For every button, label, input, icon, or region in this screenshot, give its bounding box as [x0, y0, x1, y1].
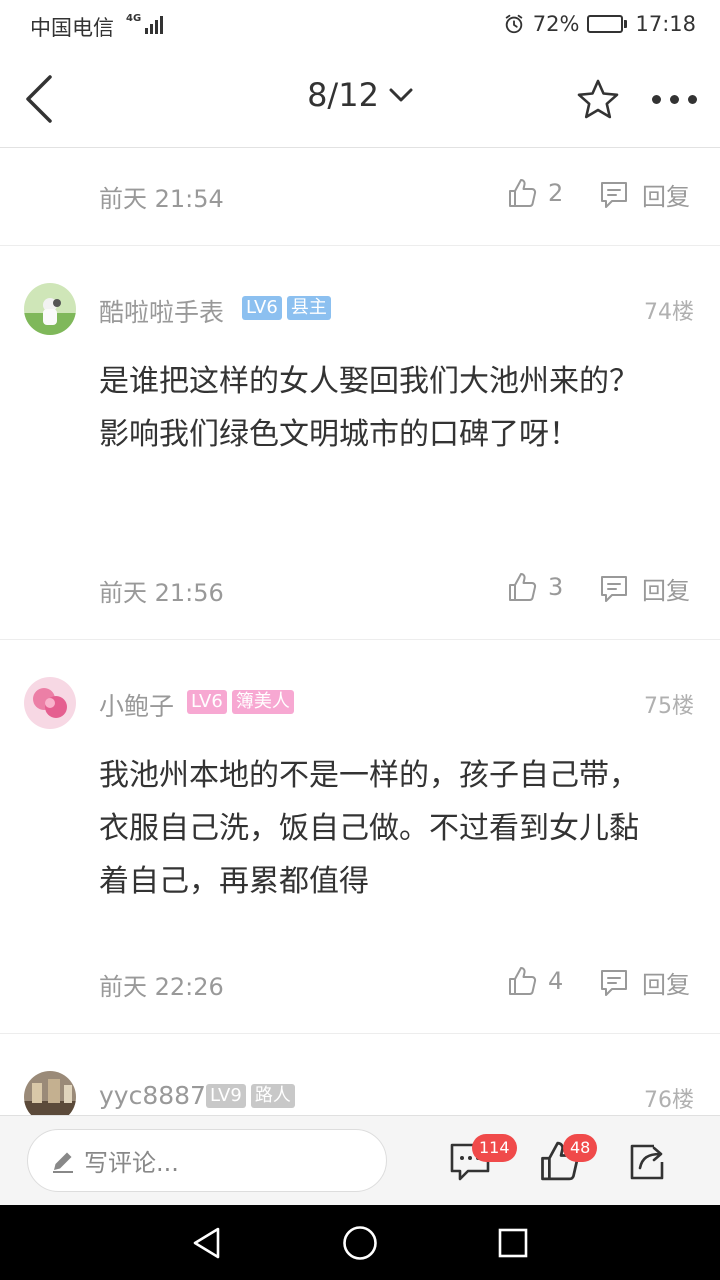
- comment-meta-row: 前天 21:56 3 回复: [0, 543, 720, 639]
- like-button[interactable]: 3: [506, 571, 563, 603]
- comment-time: 前天 21:56: [99, 579, 224, 607]
- comment-input[interactable]: 写评论...: [27, 1129, 387, 1192]
- page-indicator: 8/12: [307, 76, 379, 114]
- comment-time: 前天 21:54: [99, 185, 224, 213]
- system-back-button[interactable]: [188, 1225, 224, 1261]
- signal-icon: 4G: [126, 13, 164, 34]
- comment-item: yyc8887 LV9 路人 76楼: [0, 1045, 720, 1115]
- reply-label: 回复: [642, 183, 690, 211]
- thumbs-up-icon: [509, 967, 537, 995]
- reply-button[interactable]: 回复: [598, 965, 690, 1000]
- reply-button[interactable]: 回复: [598, 177, 690, 212]
- bottom-action-bar: 写评论... 114 48: [0, 1115, 720, 1205]
- avatar[interactable]: [24, 283, 76, 335]
- status-bar: 中国电信 4G 72% 17:18: [0, 0, 720, 50]
- comment-feed[interactable]: 前天 21:54 2 回复 酷啦啦手表 LV6 县主 74楼 是谁把这样的女人娶…: [0, 149, 720, 1115]
- pencil-icon: [53, 1152, 73, 1173]
- avatar[interactable]: [24, 677, 76, 729]
- username[interactable]: yyc8887: [99, 1081, 206, 1110]
- comment-meta-row: 前天 22:26 4 回复: [0, 937, 720, 1033]
- reply-label: 回复: [642, 971, 690, 999]
- system-navigation-bar: [0, 1205, 720, 1280]
- like-count: 3: [548, 573, 564, 601]
- reply-bubble-icon: [601, 575, 627, 602]
- square-recents-icon: [498, 1228, 528, 1258]
- system-recents-button[interactable]: [495, 1225, 531, 1261]
- carrier-name: 中国电信: [30, 16, 114, 40]
- avatar[interactable]: [24, 1071, 76, 1115]
- share-button[interactable]: [624, 1138, 670, 1184]
- comment-item: 酷啦啦手表 LV6 县主 74楼 是谁把这样的女人娶回我们大池州来的？影响我们绿…: [0, 257, 720, 639]
- floor-number: 74楼: [644, 300, 694, 325]
- username[interactable]: 酷啦啦手表: [99, 293, 224, 329]
- reply-label: 回复: [642, 577, 690, 605]
- battery-icon: [587, 15, 628, 33]
- like-button[interactable]: 4: [506, 965, 563, 997]
- comment-meta-row: 前天 21:54 2 回复: [0, 149, 720, 245]
- comment-input-placeholder: 写评论...: [84, 1149, 179, 1177]
- divider: [0, 1033, 720, 1045]
- comment-time: 前天 22:26: [99, 973, 224, 1001]
- floor-number: 76楼: [644, 1088, 694, 1113]
- top-nav-bar: 8/12: [0, 50, 720, 148]
- level-badge: LV6: [242, 296, 282, 320]
- comment-text: 我池州本地的不是一样的，孩子自己带，衣服自己洗，饭自己做。不过看到女儿黏着自己，…: [99, 758, 639, 899]
- reply-bubble-icon: [601, 181, 627, 208]
- reply-button[interactable]: 回复: [598, 571, 690, 606]
- divider: [0, 245, 720, 257]
- like-count-badge: 48: [563, 1134, 598, 1162]
- comment-count-badge: 114: [472, 1134, 517, 1162]
- more-dots-icon: [651, 94, 661, 104]
- star-icon: [577, 79, 619, 119]
- divider: [0, 639, 720, 651]
- thumbs-up-icon: [509, 179, 537, 207]
- floor-number: 75楼: [644, 694, 694, 719]
- level-badge: LV9: [206, 1084, 246, 1108]
- more-options-button[interactable]: [644, 75, 704, 123]
- username[interactable]: 小鲍子: [99, 687, 174, 723]
- title-badge: 县主: [286, 296, 331, 320]
- reply-bubble-icon: [601, 969, 627, 996]
- battery-percent: 72%: [532, 12, 580, 36]
- network-type: 4G: [126, 13, 142, 24]
- thumbs-up-icon: [509, 573, 537, 601]
- triangle-back-icon: [193, 1227, 220, 1259]
- comment-item: 小鲍子 LV6 簿美人 75楼 我池州本地的不是一样的，孩子自己带，衣服自己洗，…: [0, 651, 720, 1033]
- like-button[interactable]: 2: [506, 177, 563, 209]
- circle-home-icon: [343, 1226, 377, 1260]
- like-count: 2: [548, 179, 564, 207]
- like-count: 4: [548, 967, 564, 995]
- level-badge: LV6: [187, 690, 227, 714]
- alarm-icon: [505, 14, 523, 34]
- comment-text: 是谁把这样的女人娶回我们大池州来的？影响我们绿色文明城市的口碑了呀！: [99, 364, 639, 452]
- title-badge: 路人: [250, 1084, 295, 1108]
- chevron-down-icon: [389, 88, 413, 102]
- system-home-button[interactable]: [342, 1225, 378, 1261]
- favorite-button[interactable]: [574, 75, 622, 123]
- clock: 17:18: [635, 12, 696, 36]
- title-badge: 簿美人: [231, 690, 294, 714]
- share-icon: [630, 1144, 664, 1180]
